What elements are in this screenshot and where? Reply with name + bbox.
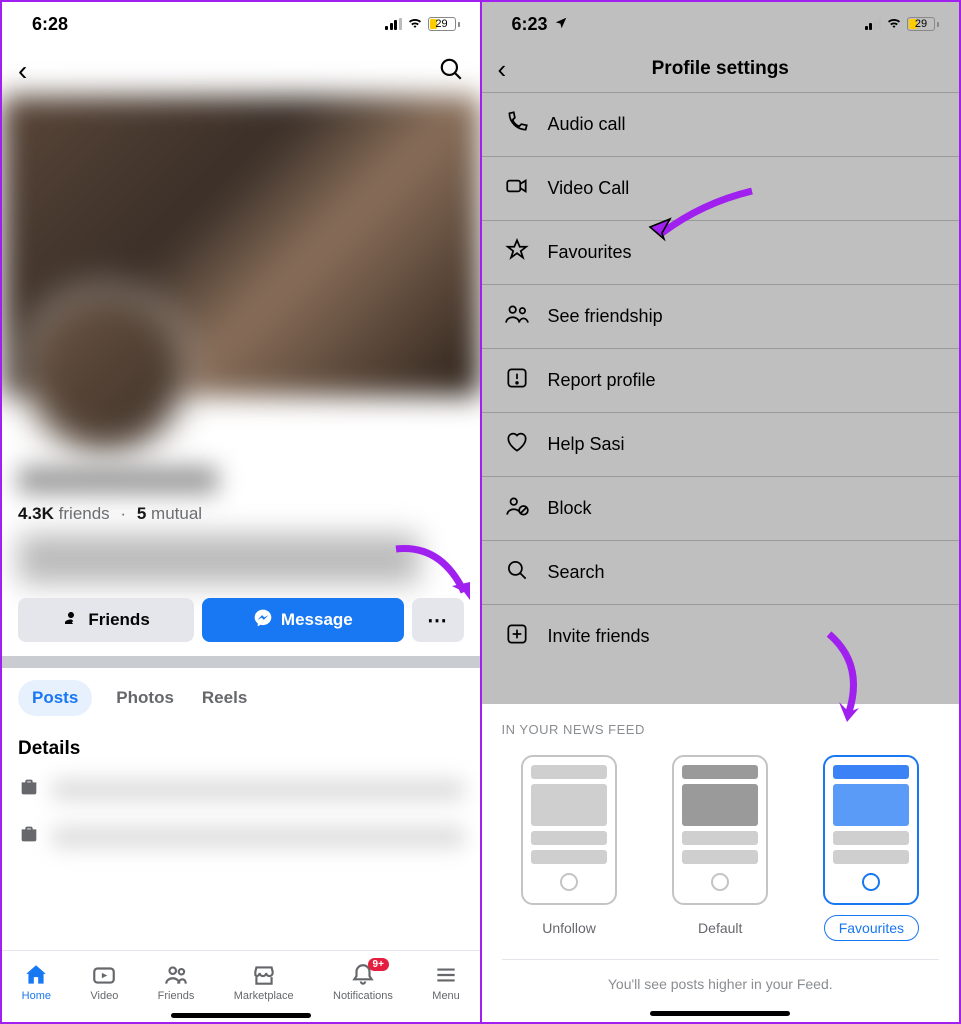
profile-action-row: Friends Message ⋯ xyxy=(2,598,480,656)
wifi-icon xyxy=(406,13,424,36)
feed-option-unfollow[interactable]: Unfollow xyxy=(521,755,617,941)
status-indicators: 29 xyxy=(865,13,940,36)
phone-left-profile: 6:28 29 ‹ 4.3K friends · 5 mutual xyxy=(2,2,482,1022)
more-options-button[interactable]: ⋯ xyxy=(412,598,464,642)
setting-invite-friends[interactable]: Invite friends xyxy=(482,605,960,668)
cover-photo[interactable] xyxy=(2,96,480,396)
tab-photos[interactable]: Photos xyxy=(112,680,178,716)
setting-help[interactable]: Help Sasi xyxy=(482,413,960,477)
report-icon xyxy=(504,365,530,396)
notification-badge: 9+ xyxy=(368,958,389,971)
status-indicators: 29 xyxy=(385,13,460,36)
feed-preview-icon xyxy=(823,755,919,905)
tab-reels[interactable]: Reels xyxy=(198,680,251,716)
profile-name xyxy=(18,466,218,494)
details-heading: Details xyxy=(2,728,480,766)
settings-list: Audio call Video Call Favourites See fri… xyxy=(482,92,960,668)
home-indicator[interactable] xyxy=(650,1011,790,1016)
setting-see-friendship[interactable]: See friendship xyxy=(482,285,960,349)
sheet-note: You'll see posts higher in your Feed. xyxy=(498,976,944,992)
home-icon xyxy=(23,962,49,988)
block-icon xyxy=(504,493,530,524)
feed-options: Unfollow Default Favourites xyxy=(498,755,944,941)
battery-icon: 29 xyxy=(907,17,939,31)
friend-icon xyxy=(62,609,80,632)
details-row-work2[interactable] xyxy=(2,813,480,860)
message-button[interactable]: Message xyxy=(202,598,403,642)
sheet-title: IN YOUR NEWS FEED xyxy=(498,722,944,737)
sheet-divider xyxy=(502,959,940,960)
video-icon xyxy=(91,962,117,988)
setting-video-call[interactable]: Video Call xyxy=(482,157,960,221)
profile-avatar[interactable] xyxy=(20,286,190,456)
battery-icon: 29 xyxy=(428,17,460,31)
settings-header: ‹ Profile settings xyxy=(482,46,960,92)
feed-option-default[interactable]: Default xyxy=(672,755,768,941)
setting-block[interactable]: Block xyxy=(482,477,960,541)
setting-search[interactable]: Search xyxy=(482,541,960,605)
home-indicator[interactable] xyxy=(171,1013,311,1018)
setting-audio-call[interactable]: Audio call xyxy=(482,93,960,157)
marketplace-icon xyxy=(251,962,277,988)
heart-icon xyxy=(504,429,530,460)
details-row-work1[interactable] xyxy=(2,766,480,813)
people-icon xyxy=(504,301,530,332)
search-button[interactable] xyxy=(438,56,464,87)
invite-icon xyxy=(504,621,530,652)
nav-video[interactable]: Video xyxy=(90,962,118,1002)
status-bar: 6:23 29 xyxy=(482,2,960,46)
phone-right-settings: 6:23 29 ‹ Profile settings Audio call xyxy=(482,2,960,1022)
cellular-signal-icon xyxy=(385,18,402,30)
location-icon xyxy=(554,14,568,35)
nav-friends[interactable]: Friends xyxy=(158,962,195,1002)
friends-count-line[interactable]: 4.3K friends · 5 mutual xyxy=(18,504,464,524)
nav-marketplace[interactable]: Marketplace xyxy=(234,962,294,1002)
status-bar: 6:28 29 xyxy=(2,2,480,46)
status-time: 6:23 xyxy=(512,14,548,35)
cellular-signal-icon xyxy=(865,18,882,30)
status-time: 6:28 xyxy=(32,14,68,35)
feed-option-favourites[interactable]: Favourites xyxy=(823,755,919,941)
feed-preview-icon xyxy=(672,755,768,905)
setting-favourites[interactable]: Favourites xyxy=(482,221,960,285)
menu-icon xyxy=(433,962,459,988)
star-icon xyxy=(504,237,530,268)
news-feed-sheet: IN YOUR NEWS FEED Unfollow Default xyxy=(482,704,960,1022)
profile-nav-bar: ‹ xyxy=(2,46,480,96)
wifi-icon xyxy=(885,13,903,36)
friends-icon xyxy=(163,962,189,988)
briefcase-icon xyxy=(18,776,40,803)
nav-menu[interactable]: Menu xyxy=(432,962,460,1002)
tab-posts[interactable]: Posts xyxy=(18,680,92,716)
bottom-nav: Home Video Friends Marketplace 9+ Notifi… xyxy=(2,950,480,1022)
friends-button[interactable]: Friends xyxy=(18,598,194,642)
back-button[interactable]: ‹ xyxy=(498,56,507,82)
section-divider xyxy=(2,656,480,668)
profile-bio xyxy=(18,534,419,584)
profile-tabs: Posts Photos Reels xyxy=(2,668,480,728)
setting-report-profile[interactable]: Report profile xyxy=(482,349,960,413)
messenger-icon xyxy=(253,608,273,633)
feed-preview-icon xyxy=(521,755,617,905)
settings-title: Profile settings xyxy=(652,58,789,79)
video-camera-icon xyxy=(504,173,530,204)
screenshot-comparison: 6:28 29 ‹ 4.3K friends · 5 mutual xyxy=(0,0,961,1024)
search-icon xyxy=(504,557,530,588)
back-button[interactable]: ‹ xyxy=(18,57,27,85)
phone-icon xyxy=(504,109,530,140)
briefcase-icon xyxy=(18,823,40,850)
nav-home[interactable]: Home xyxy=(22,962,51,1002)
nav-notifications[interactable]: 9+ Notifications xyxy=(333,962,393,1002)
